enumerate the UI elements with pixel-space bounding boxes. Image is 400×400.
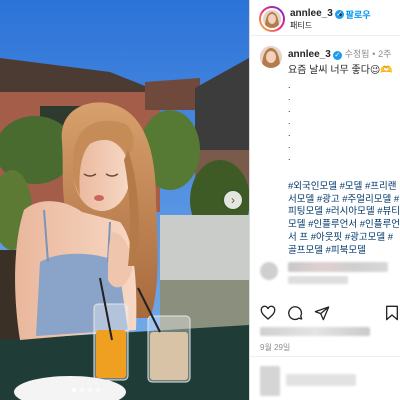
caption-username[interactable]: annlee_3 [288,49,331,60]
spacer-dot: . [288,128,291,138]
author-username[interactable]: annlee_3 [290,8,333,19]
post-actions [260,305,330,321]
edited-label: 수정됨 [344,49,370,59]
separator-dot: • [339,10,343,20]
divider [250,356,400,357]
save-button[interactable] [385,305,399,326]
separator-dot: • [372,49,376,59]
caption-hashtags[interactable]: #외국인모델 #모델 #프리랜서모델 #광고 #주얼리모델 #피팅모델 #러시아… [288,181,400,257]
follow-row: • 팔로우 [338,8,371,21]
author-username-row: annlee_3 ✓ [290,8,344,19]
comment-text-redacted [288,262,388,272]
spacer-dot: . [288,80,291,90]
post-date[interactable]: 9월 29일 [260,342,290,353]
comment-icon[interactable] [287,305,303,321]
caption-spacer: . . . . . . . [288,79,291,163]
comment-text-redacted [288,276,348,284]
instagram-post-view: › annlee_3 ✓ • 팔로우 패티드 annlee_3 ✓ 수정됨 • … [0,0,400,400]
chevron-right-icon: › [231,193,235,207]
caption-text: 요즘 날씨 너무 좋다😉🫶 [288,65,393,76]
follow-button[interactable]: 팔로우 [346,10,371,20]
carousel-dot [72,388,76,392]
bookmark-icon [385,305,398,321]
comment-input-redacted [286,374,356,386]
spacer-dot: . [288,140,291,150]
next-slide-button[interactable]: › [224,191,242,209]
verified-badge-icon: ✓ [332,51,342,60]
post-time[interactable]: 2주 [378,49,391,59]
post-subtitle: 패티드 [290,21,313,30]
spacer-dot: . [288,92,291,102]
spacer-dot: . [288,104,291,114]
comment-input-redacted [260,366,280,396]
caption-meta: annlee_3 ✓ 수정됨 • 2주 [288,47,391,60]
post-image [0,0,249,400]
post-header: annlee_3 ✓ • 팔로우 패티드 [250,0,400,36]
spacer-dot: . [288,152,291,162]
author-avatar[interactable] [259,6,285,32]
heart-icon[interactable] [260,305,276,321]
post-side-panel: annlee_3 ✓ • 팔로우 패티드 annlee_3 ✓ 수정됨 • 2주 요… [249,0,400,400]
carousel-dot [88,388,92,392]
carousel-dot [96,388,100,392]
spacer-dot: . [288,116,291,126]
comment-avatar-redacted [260,262,278,280]
carousel-dot [80,388,84,392]
liked-by-redacted [260,327,370,336]
carousel-indicator [72,388,100,392]
caption-avatar[interactable] [260,46,282,68]
paper-plane-icon[interactable] [314,305,330,321]
post-photo[interactable]: › [0,0,249,400]
